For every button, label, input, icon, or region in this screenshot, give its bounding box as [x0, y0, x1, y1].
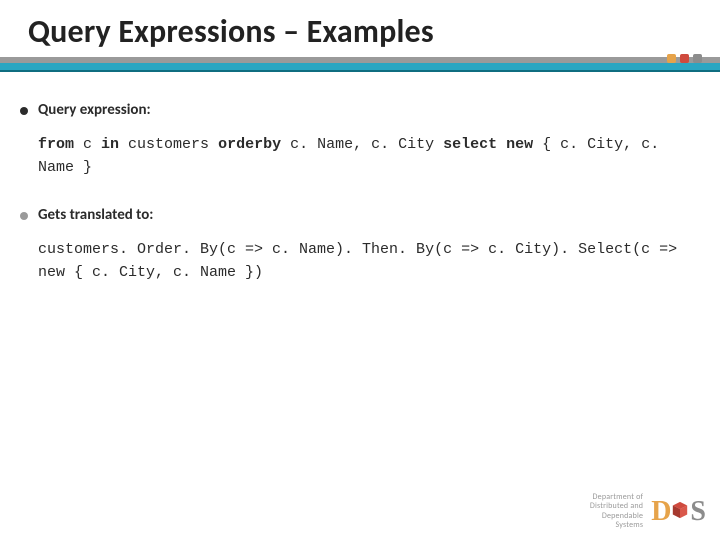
corner-dots [667, 54, 702, 63]
department-label: Department of Distributed and Dependable… [590, 493, 643, 530]
bullet-icon [20, 107, 28, 115]
code-text: c [74, 136, 101, 153]
dot-red-icon [680, 54, 689, 63]
kw-orderby: orderby [218, 136, 281, 153]
title-rule [0, 57, 720, 75]
kw-in: in [101, 136, 119, 153]
kw-from: from [38, 136, 74, 153]
bullet-2-label: Gets translated to: [38, 206, 153, 224]
bullet-1-label: Query expression: [38, 101, 151, 119]
bullet-icon [20, 212, 28, 220]
slide-body: Query expression: from c in customers or… [0, 75, 720, 284]
dept-line: Systems [590, 521, 643, 530]
logo-letter-d: D [651, 498, 670, 526]
code-text: c. Name, c. City [281, 136, 443, 153]
kw-new: new [506, 136, 533, 153]
dot-gray-icon [693, 54, 702, 63]
d3s-logo: D S [651, 498, 706, 526]
footer: Department of Distributed and Dependable… [590, 493, 706, 530]
bullet-1: Query expression: [20, 101, 690, 119]
slide: Query Expressions – Examples Query expre… [0, 0, 720, 540]
logo-cube-icon [671, 501, 689, 519]
rule-teal [0, 63, 720, 70]
dot-orange-icon [667, 54, 676, 63]
code-block-1: from c in customers orderby c. Name, c. … [38, 133, 690, 180]
code-block-2: customers. Order. By(c => c. Name). Then… [38, 238, 690, 285]
slide-title: Query Expressions – Examples [0, 0, 720, 57]
rule-darkteal [0, 70, 720, 72]
bullet-2: Gets translated to: [20, 206, 690, 224]
code-text [497, 136, 506, 153]
kw-select: select [443, 136, 497, 153]
code-text: customers [119, 136, 218, 153]
logo-letter-s: S [690, 498, 706, 526]
